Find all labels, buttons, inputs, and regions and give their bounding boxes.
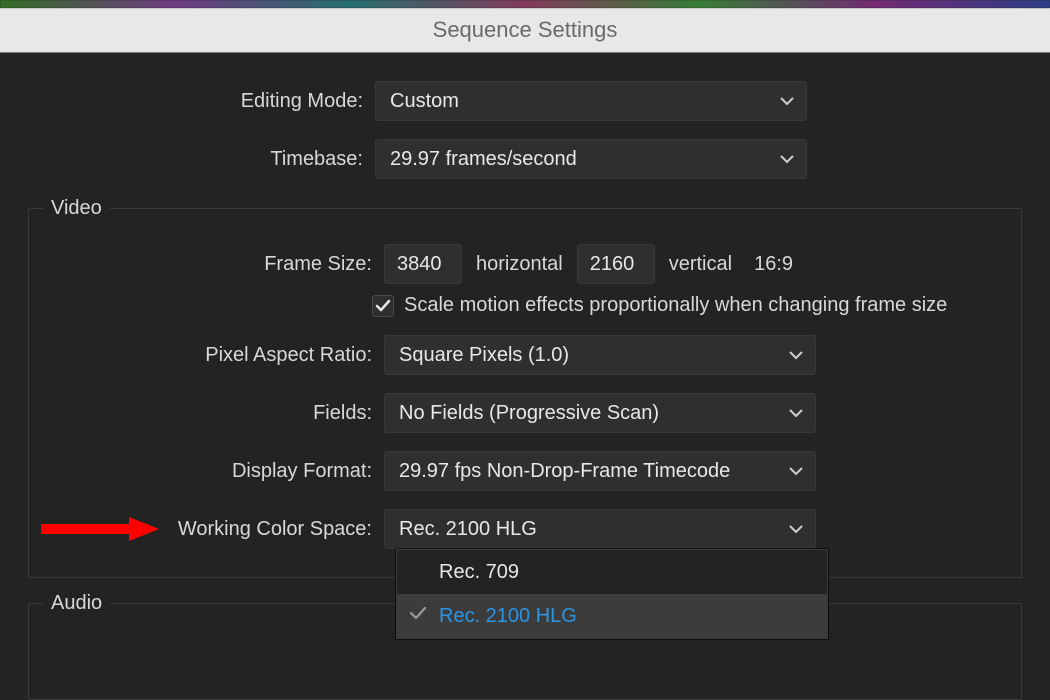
timebase-label: Timebase:: [20, 148, 375, 171]
scale-checkbox[interactable]: [372, 295, 394, 317]
frame-size-label: Frame Size:: [29, 253, 384, 276]
display-format-label: Display Format:: [29, 460, 384, 483]
row-frame-size: Frame Size: 3840 horizontal 2160 vertica…: [29, 244, 1021, 284]
par-value: Square Pixels (1.0): [399, 344, 569, 367]
row-display-format: Display Format: 29.97 fps Non-Drop-Frame…: [29, 451, 1021, 491]
editing-mode-value: Custom: [390, 90, 459, 113]
audio-legend: Audio: [43, 592, 110, 615]
fields-select[interactable]: No Fields (Progressive Scan): [384, 393, 816, 433]
window-titlebar: Sequence Settings: [0, 8, 1050, 53]
check-icon: [409, 604, 427, 628]
display-format-select[interactable]: 29.97 fps Non-Drop-Frame Timecode: [384, 451, 816, 491]
editing-mode-label: Editing Mode:: [20, 90, 375, 113]
video-legend: Video: [43, 197, 110, 220]
video-group: Video Frame Size: 3840 horizontal 2160 v…: [28, 197, 1022, 578]
decorative-banner: [0, 0, 1050, 8]
color-space-value: Rec. 2100 HLG: [399, 518, 537, 541]
frame-height-input[interactable]: 2160: [577, 244, 655, 284]
row-timebase: Timebase: 29.97 frames/second: [20, 139, 1030, 179]
frame-width-input[interactable]: 3840: [384, 244, 462, 284]
chevron-down-icon: [780, 96, 794, 106]
display-format-value: 29.97 fps Non-Drop-Frame Timecode: [399, 460, 730, 483]
fields-label: Fields:: [29, 402, 384, 425]
frame-height-unit: vertical: [669, 253, 732, 276]
window-title: Sequence Settings: [433, 17, 618, 43]
row-par: Pixel Aspect Ratio: Square Pixels (1.0): [29, 335, 1021, 375]
aspect-display: 16:9: [754, 253, 793, 276]
timebase-value: 29.97 frames/second: [390, 148, 577, 171]
editing-mode-select[interactable]: Custom: [375, 81, 807, 121]
par-select[interactable]: Square Pixels (1.0): [384, 335, 816, 375]
color-space-option-rec709[interactable]: Rec. 709: [397, 550, 827, 594]
frame-width-unit: horizontal: [476, 253, 563, 276]
settings-panel: Editing Mode: Custom Timebase: 29.97 fra…: [0, 53, 1050, 700]
chevron-down-icon: [789, 408, 803, 418]
annotation-arrow-icon: [41, 516, 159, 542]
color-space-select[interactable]: Rec. 2100 HLG: [384, 509, 816, 549]
chevron-down-icon: [789, 350, 803, 360]
row-fields: Fields: No Fields (Progressive Scan): [29, 393, 1021, 433]
scale-checkbox-label: Scale motion effects proportionally when…: [404, 294, 947, 317]
fields-value: No Fields (Progressive Scan): [399, 402, 659, 425]
row-editing-mode: Editing Mode: Custom: [20, 81, 1030, 121]
par-label: Pixel Aspect Ratio:: [29, 344, 384, 367]
chevron-down-icon: [780, 154, 794, 164]
row-color-space: Working Color Space: Rec. 2100 HLG Rec. …: [29, 509, 1021, 549]
timebase-select[interactable]: 29.97 frames/second: [375, 139, 807, 179]
row-scale-checkbox: Scale motion effects proportionally when…: [384, 294, 1021, 317]
color-space-dropdown: Rec. 709 Rec. 2100 HLG: [396, 549, 828, 639]
chevron-down-icon: [789, 466, 803, 476]
color-space-option-rec2100hlg[interactable]: Rec. 2100 HLG: [397, 594, 827, 638]
chevron-down-icon: [789, 524, 803, 534]
